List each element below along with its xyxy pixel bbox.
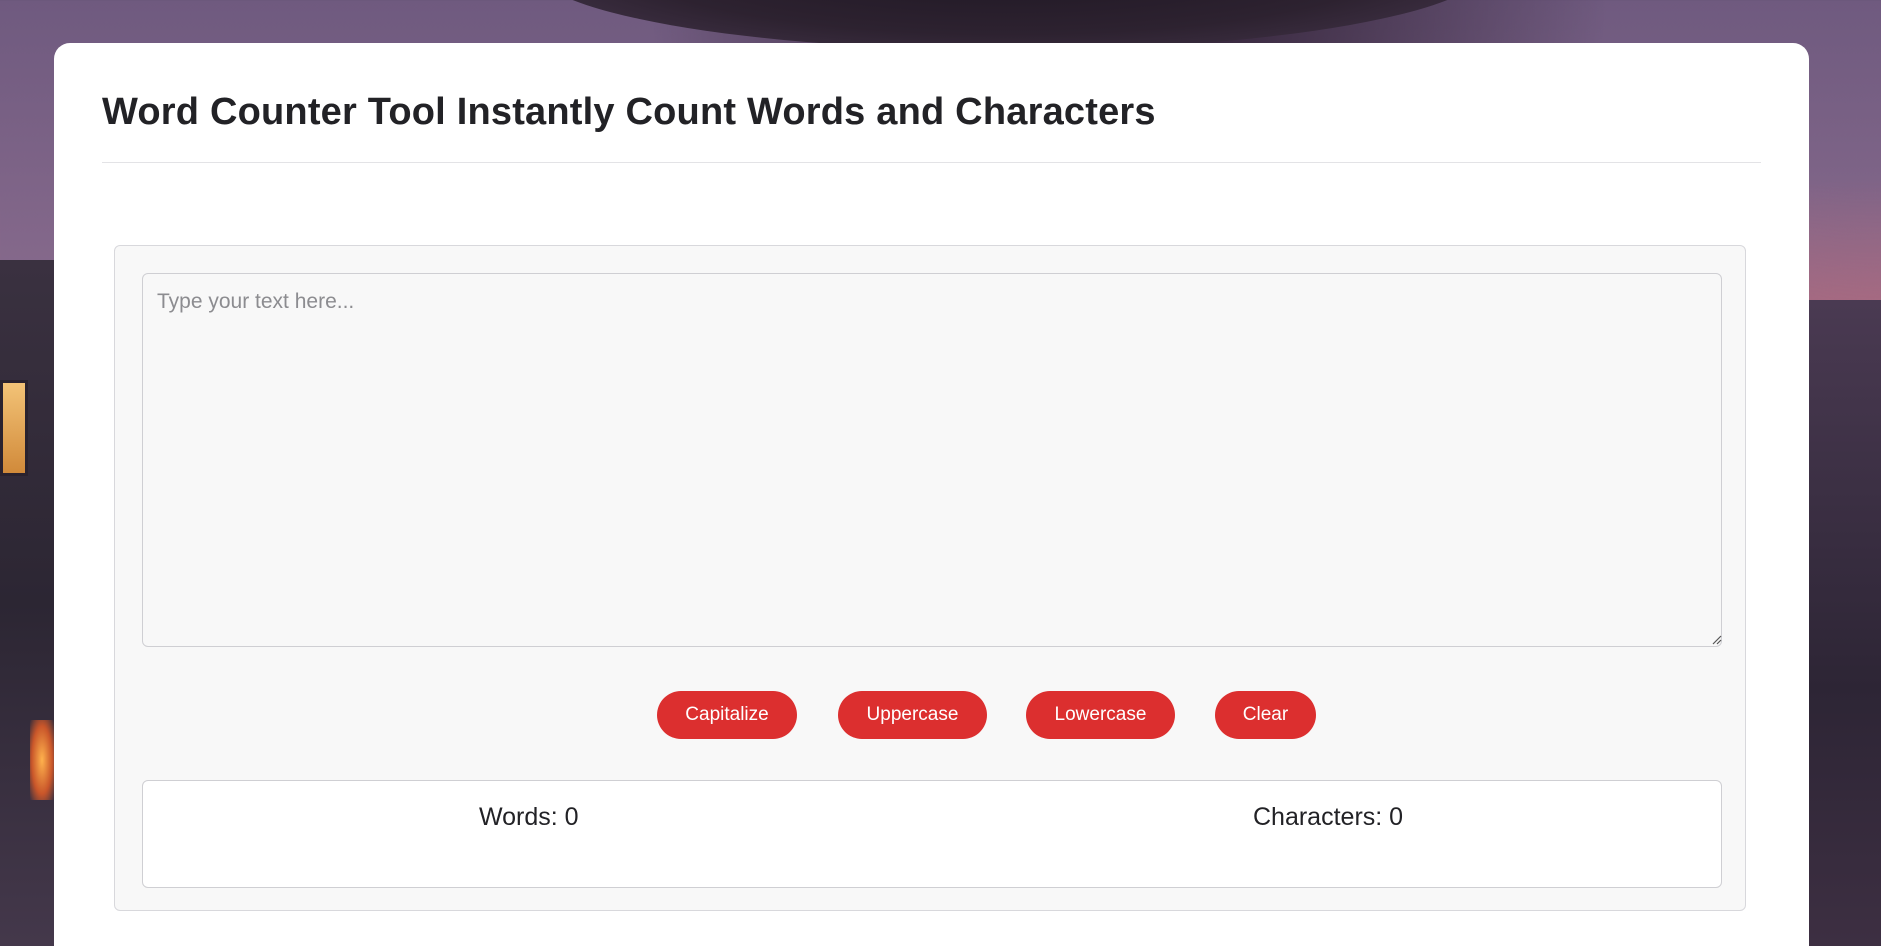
capitalize-button[interactable]: Capitalize: [657, 691, 797, 739]
title-divider: [102, 162, 1761, 163]
clear-button[interactable]: Clear: [1215, 691, 1316, 739]
stats-box: Words: 0 Characters: 0: [142, 780, 1722, 888]
resize-handle-icon[interactable]: [1710, 633, 1722, 645]
character-count: Characters: 0: [1253, 803, 1404, 831]
word-count: Words: 0: [479, 803, 579, 831]
page-title: Word Counter Tool Instantly Count Words …: [102, 91, 1156, 133]
background-building-right: [1809, 300, 1881, 946]
lowercase-button[interactable]: Lowercase: [1026, 691, 1175, 739]
text-input-area[interactable]: [142, 273, 1722, 647]
word-counter-panel: Capitalize Uppercase Lowercase Clear Wor…: [114, 245, 1746, 911]
main-card: Word Counter Tool Instantly Count Words …: [54, 43, 1809, 946]
uppercase-button[interactable]: Uppercase: [838, 691, 987, 739]
background-lit-window: [0, 380, 28, 476]
background-building-left: [0, 260, 54, 946]
action-button-row: Capitalize Uppercase Lowercase Clear: [115, 691, 1745, 739]
background-fire-glow: [30, 720, 54, 800]
